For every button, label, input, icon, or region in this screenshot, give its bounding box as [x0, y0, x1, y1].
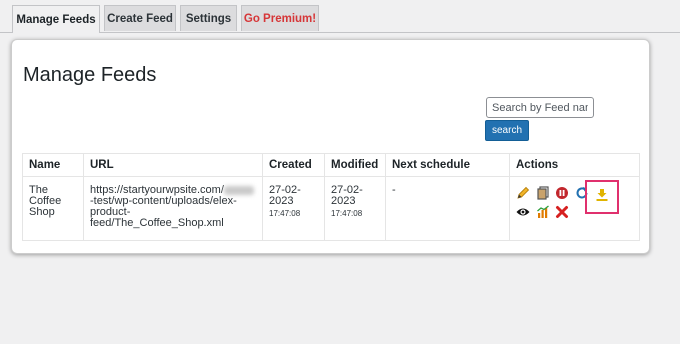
- copy-icon[interactable]: [536, 186, 550, 200]
- delete-icon[interactable]: [555, 205, 569, 219]
- action-icons: [516, 180, 633, 225]
- feed-url: https://startyourwpsite.com/-test/wp-con…: [83, 176, 263, 241]
- page-title: Manage Feeds: [23, 64, 157, 86]
- feed-name: The Coffee Shop: [22, 176, 84, 241]
- edit-icon[interactable]: [516, 186, 530, 200]
- created-date: 27-02-2023: [269, 184, 301, 207]
- search-input[interactable]: [486, 97, 594, 118]
- tab-settings[interactable]: Settings: [180, 5, 237, 31]
- tab-manage-feeds[interactable]: Manage Feeds: [12, 5, 100, 33]
- nav-tabs: Manage Feeds Create Feed Settings Go Pre…: [0, 0, 680, 33]
- tab-go-premium[interactable]: Go Premium!: [241, 5, 319, 31]
- search-button[interactable]: search: [485, 120, 529, 141]
- modified-time: 17:47:08: [331, 209, 363, 218]
- feed-next-schedule: -: [385, 176, 510, 241]
- manage-feeds-panel: Manage Feeds search Name URL Created Mod…: [11, 39, 650, 254]
- feed-actions: [509, 176, 640, 241]
- feeds-table: Name URL Created Modified Next schedule …: [22, 153, 640, 241]
- table-header-row: Name URL Created Modified Next schedule …: [22, 153, 640, 177]
- column-header-created: Created: [262, 153, 325, 177]
- feed-modified: 27-02-2023 17:47:08: [324, 176, 386, 241]
- tab-create-feed[interactable]: Create Feed: [104, 5, 176, 31]
- download-highlight-box: [585, 180, 619, 214]
- feed-url-rest: -test/wp-content/uploads/elex-product-fe…: [90, 195, 237, 229]
- view-icon[interactable]: [516, 205, 530, 219]
- redacted-blur: [223, 185, 254, 195]
- modified-date: 27-02-2023: [331, 184, 363, 207]
- column-header-actions: Actions: [509, 153, 640, 177]
- column-header-name: Name: [22, 153, 84, 177]
- column-header-url: URL: [83, 153, 263, 177]
- table-row: The Coffee Shop https://startyourwpsite.…: [22, 176, 640, 241]
- analytics-icon[interactable]: [536, 205, 550, 219]
- feed-created: 27-02-2023 17:47:08: [262, 176, 325, 241]
- pause-icon[interactable]: [555, 186, 569, 200]
- column-header-next-schedule: Next schedule: [385, 153, 510, 177]
- column-header-modified: Modified: [324, 153, 386, 177]
- created-time: 17:47:08: [269, 209, 301, 218]
